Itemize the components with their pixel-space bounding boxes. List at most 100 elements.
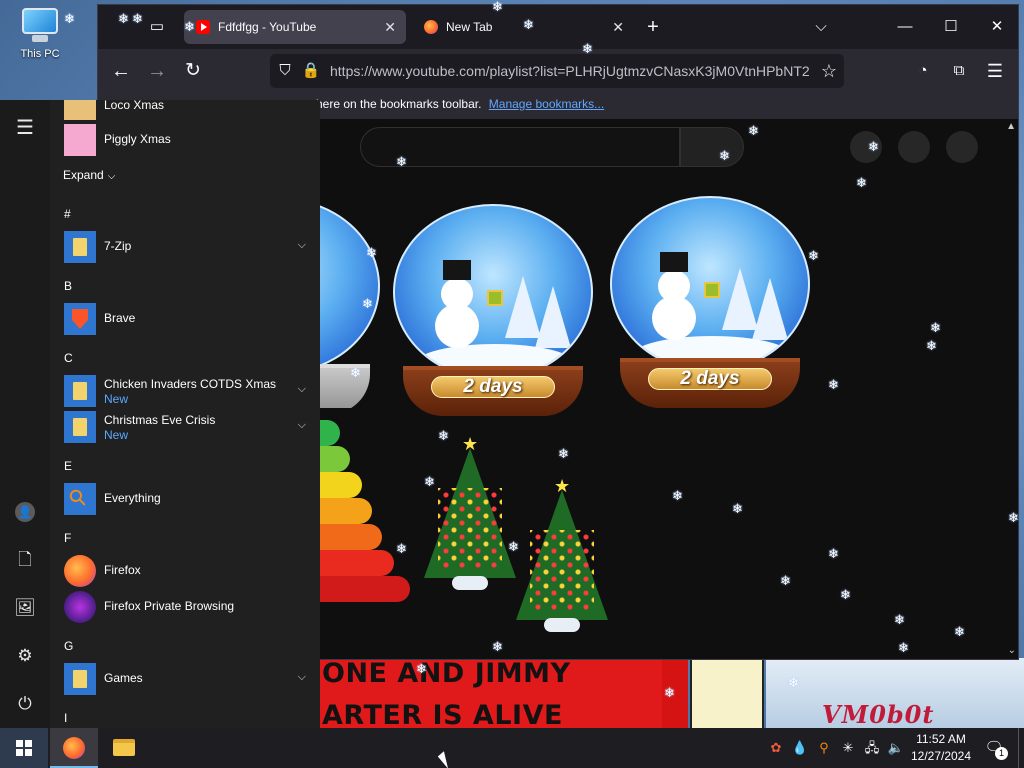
start-button[interactable] xyxy=(0,728,48,768)
section-header-f[interactable]: F xyxy=(64,531,71,545)
extensions-puzzle-icon[interactable]: ⧉ xyxy=(944,56,974,86)
lock-icon[interactable]: 🔒 xyxy=(300,54,322,88)
tab-list-icon[interactable]: ▭ xyxy=(142,12,172,42)
chevron-down-icon[interactable]: ⌵ xyxy=(298,419,306,432)
wallpaper-signature: VM0b0t xyxy=(822,700,935,728)
documents-icon[interactable]: 🗋 xyxy=(13,548,37,572)
snowman-icon xyxy=(435,304,479,348)
tray-drop-icon[interactable]: 💧 xyxy=(790,738,810,758)
youtube-search-input[interactable] xyxy=(360,127,680,167)
section-header-g[interactable]: G xyxy=(64,639,73,653)
tab-title: Fdfdfgg - YouTube xyxy=(218,20,317,34)
section-header-hash[interactable]: # xyxy=(64,207,71,221)
list-all-tabs-chevron-icon[interactable]: ⌵ xyxy=(806,12,836,42)
app-loco-xmas[interactable]: Loco Xmas xyxy=(64,100,312,120)
back-button[interactable]: ← xyxy=(106,56,136,86)
network-icon[interactable]: 🖧 xyxy=(862,738,882,758)
navigation-toolbar: ← → ↻ ⛉ 🔒 https://www.youtube.com/playli… xyxy=(98,49,1018,93)
app-everything[interactable]: Everything xyxy=(64,483,312,515)
tab-close-icon[interactable]: ✕ xyxy=(384,10,396,44)
taskbar-clock[interactable]: 11:52 AM 12/27/2024 xyxy=(906,731,976,765)
taskbar-file-explorer[interactable] xyxy=(100,728,148,768)
chevron-down-icon[interactable]: ⌵ xyxy=(298,239,306,252)
bookmark-star-icon[interactable]: ☆ xyxy=(818,54,840,88)
notification-count-badge: 1 xyxy=(995,747,1008,760)
app-firefox[interactable]: Firefox xyxy=(64,555,312,587)
desktop-icon-this-pc[interactable]: This PC xyxy=(12,6,68,76)
hamburger-menu-icon[interactable]: ☰ xyxy=(13,116,37,140)
app-games[interactable]: Games ⌵ xyxy=(64,663,312,695)
snowflake-icon: ❄ xyxy=(664,685,675,700)
taskbar-firefox[interactable] xyxy=(50,728,98,768)
start-menu: ☰ 👤 🗋 🖼 ⚙ ⏻ Loco Xmas Piggly Xmas Expand… xyxy=(0,100,320,728)
snowflake-icon: ❄ xyxy=(558,446,569,461)
firefox-icon xyxy=(64,555,96,587)
tab-close-icon[interactable]: ✕ xyxy=(612,10,624,44)
section-header-e[interactable]: E xyxy=(64,459,72,473)
firefox-favicon-icon xyxy=(424,20,438,34)
power-icon[interactable]: ⏻ xyxy=(13,692,37,716)
close-window-button[interactable]: ✕ xyxy=(982,12,1012,42)
gift-icon xyxy=(704,282,720,298)
account-sync-icon[interactable]: ◔ xyxy=(908,56,938,86)
section-header-i[interactable]: I xyxy=(64,711,67,725)
user-account-icon[interactable]: 👤 xyxy=(13,500,37,524)
clock-date: 12/27/2024 xyxy=(910,749,972,763)
youtube-header-button[interactable] xyxy=(898,131,930,163)
star-icon: ★ xyxy=(554,476,571,496)
expand-button[interactable]: Expand ⌵ xyxy=(63,168,115,182)
app-name: Christmas Eve Crisis xyxy=(104,413,216,427)
forward-button[interactable]: → xyxy=(142,56,172,86)
app-chicken-invaders[interactable]: Chicken Invaders COTDS Xmas New ⌵ xyxy=(64,375,312,407)
settings-gear-icon[interactable]: ⚙ xyxy=(13,644,37,668)
start-app-list: Loco Xmas Piggly Xmas Expand ⌵ # 7-Zip ⌵ … xyxy=(50,100,320,728)
app-firefox-private-browsing[interactable]: Firefox Private Browsing xyxy=(64,591,312,623)
url-bar[interactable]: ⛉ 🔒 https://www.youtube.com/playlist?lis… xyxy=(270,54,844,88)
app-piggly-xmas[interactable]: Piggly Xmas xyxy=(64,124,312,156)
app-name: Brave xyxy=(104,311,136,325)
volume-muted-icon[interactable]: 🔈 xyxy=(886,738,906,758)
start-menu-rail: ☰ 👤 🗋 🖼 ⚙ ⏻ xyxy=(0,100,50,728)
url-text[interactable]: https://www.youtube.com/playlist?list=PL… xyxy=(330,54,810,88)
chevron-down-icon[interactable]: ⌵ xyxy=(298,383,306,396)
folder-icon xyxy=(113,739,135,756)
snowflake-icon: ❄ xyxy=(926,338,937,353)
scroll-down-arrow-icon[interactable]: ⌄ xyxy=(1008,645,1016,656)
snowflake-icon: ❄ xyxy=(424,474,435,489)
reload-button[interactable]: ↻ xyxy=(178,56,208,86)
manage-bookmarks-link[interactable]: Manage bookmarks... xyxy=(489,97,604,111)
snowflake-icon: ❄ xyxy=(396,154,407,169)
firefox-icon xyxy=(63,737,85,759)
chevron-down-icon[interactable]: ⌵ xyxy=(298,671,306,684)
show-desktop-button[interactable] xyxy=(1018,728,1024,768)
firefox-private-icon xyxy=(64,591,96,623)
app-7zip[interactable]: 7-Zip ⌵ xyxy=(64,231,312,263)
tray-everything-icon[interactable]: ⚲ xyxy=(814,738,834,758)
minimize-button[interactable]: — xyxy=(890,12,920,42)
tab-bar: ▭ Fdfdfgg - YouTube ✕ New Tab ✕ + ⌵ — ☐ … xyxy=(98,5,1018,49)
christmas-tree-icon: ★ xyxy=(424,434,516,590)
new-tab-button[interactable]: + xyxy=(638,12,668,42)
tab-youtube[interactable]: Fdfdfgg - YouTube ✕ xyxy=(184,10,406,44)
tracking-protection-shield-icon[interactable]: ⛉ xyxy=(274,54,296,88)
scroll-up-arrow-icon[interactable]: ▲ xyxy=(1006,121,1016,132)
new-badge: New xyxy=(104,392,129,406)
section-header-b[interactable]: B xyxy=(64,279,72,293)
snowflake-icon: ❄ xyxy=(828,546,839,561)
globe-glass xyxy=(393,204,593,380)
countdown-label: 2 days xyxy=(431,376,555,398)
youtube-avatar[interactable] xyxy=(946,131,978,163)
app-name: 7-Zip xyxy=(104,239,132,253)
star-icon: ★ xyxy=(462,434,479,454)
section-header-c[interactable]: C xyxy=(64,351,73,365)
app-brave[interactable]: Brave xyxy=(64,303,312,335)
tray-snow-icon[interactable]: ✳ xyxy=(838,738,858,758)
snowflake-icon: ❄ xyxy=(508,539,519,554)
tray-app-icon[interactable]: ✿ xyxy=(766,738,786,758)
maximize-button[interactable]: ☐ xyxy=(936,12,966,42)
app-christmas-eve-crisis[interactable]: Christmas Eve Crisis New ⌵ xyxy=(64,411,312,443)
youtube-search-button[interactable] xyxy=(680,127,744,167)
app-menu-hamburger-icon[interactable]: ☰ xyxy=(980,56,1010,86)
snowflake-icon: ❄ xyxy=(438,428,449,443)
pictures-icon[interactable]: 🖼 xyxy=(13,596,37,620)
